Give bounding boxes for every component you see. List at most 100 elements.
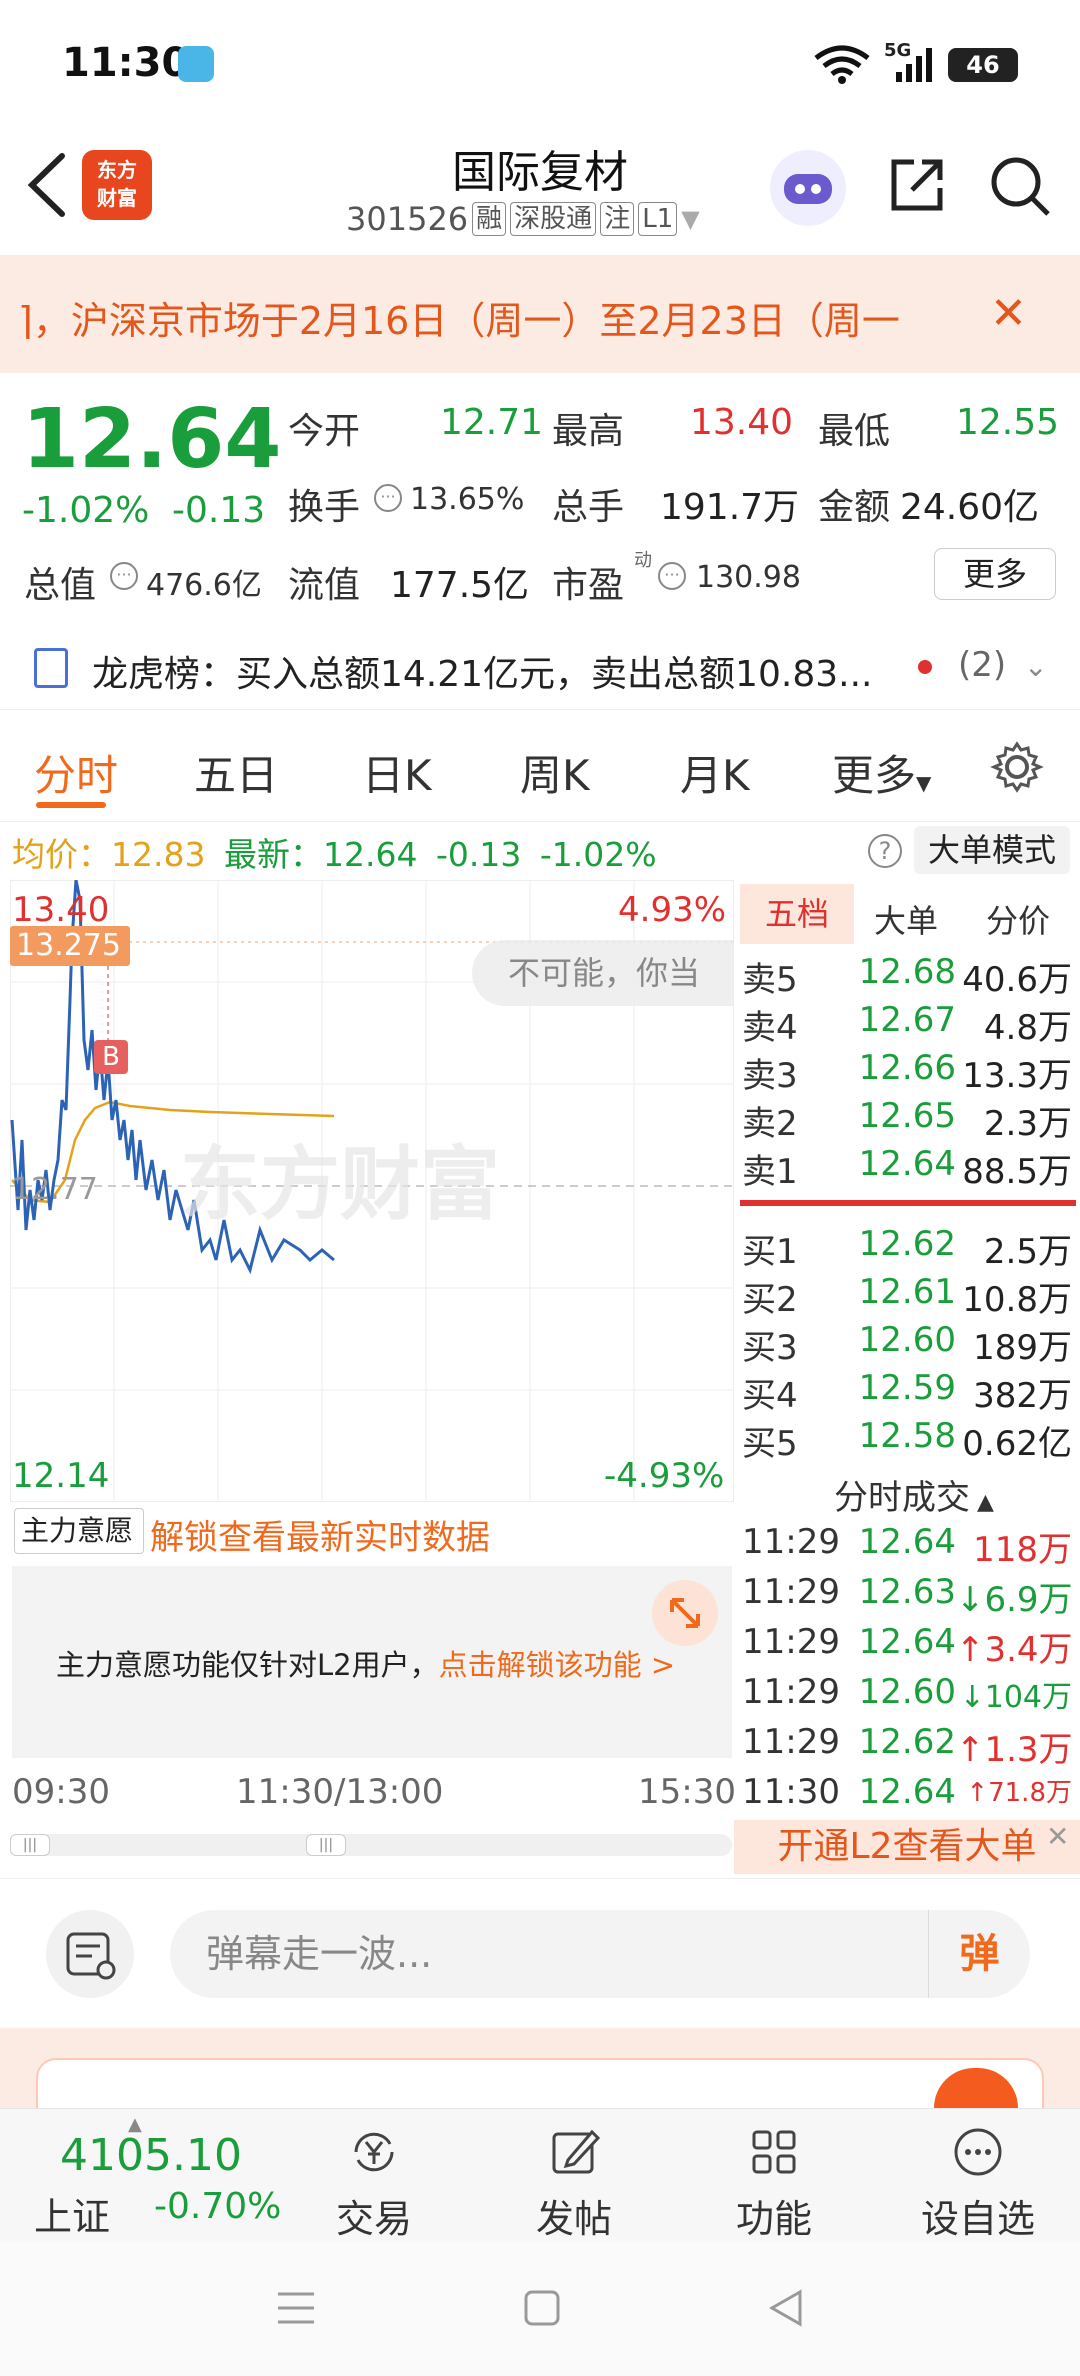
ask-label: 卖4: [742, 1008, 798, 1048]
prev-close-label: 12.77: [12, 1172, 98, 1207]
trade-button[interactable]: 交易: [314, 2124, 434, 2243]
unlock-feature-link[interactable]: 点击解锁该功能 >: [439, 1648, 676, 1682]
danmu-input[interactable]: 弹幕走一波...: [170, 1910, 1030, 1998]
tag-margin: 融: [472, 202, 507, 236]
close-icon[interactable]: ✕: [1046, 1820, 1069, 1853]
tick-time: 11:30: [742, 1772, 840, 1812]
dragon-tiger-count: (2): [958, 645, 1007, 685]
ask-label: 卖3: [742, 1056, 798, 1096]
bid-price: 12.61: [858, 1272, 956, 1312]
cursor-price-badge: 13.275: [10, 926, 130, 966]
more-quote-button[interactable]: 更多: [934, 548, 1056, 600]
low-value: 12.55: [956, 402, 1060, 443]
tab-weekly-k[interactable]: 周K: [520, 742, 590, 803]
gear-icon[interactable]: [990, 740, 1044, 794]
ticks-title[interactable]: 分时成交 ▲: [834, 1470, 994, 1519]
main-intent-select[interactable]: 主力意愿 ▼: [14, 1508, 144, 1593]
float-cap-label: 流值: [288, 565, 361, 606]
document-icon: [34, 648, 68, 688]
post-button[interactable]: 发帖: [514, 2124, 634, 2243]
menu-icon[interactable]: [276, 2288, 316, 2328]
info-icon[interactable]: ···: [374, 484, 402, 512]
bid-volume: 2.5万: [983, 1232, 1072, 1272]
price-info-row: 均价：12.83 最新：12.64 -0.13 -1.02%: [12, 828, 657, 876]
chart-high-pct: 4.93%: [618, 890, 727, 930]
tick-price: 12.64: [858, 1622, 956, 1662]
back-nav-icon[interactable]: [766, 2288, 806, 2328]
tick-price: 12.62: [858, 1722, 956, 1762]
market-cap-label: 总值: [24, 565, 97, 606]
assistant-avatar[interactable]: [770, 150, 846, 226]
edit-icon: [552, 2129, 601, 2174]
tick-row: 11:30 12.64 ↑71.8万: [742, 1772, 1072, 1822]
info-icon[interactable]: ···: [110, 562, 138, 590]
functions-button[interactable]: 功能: [714, 2124, 834, 2243]
bid-row: 买2 12.61 10.8万: [742, 1272, 1072, 1320]
tab-price-distribution[interactable]: 分价: [986, 896, 1050, 942]
active-tab-indicator: [36, 802, 106, 808]
home-icon[interactable]: [522, 2288, 562, 2328]
tick-volume: ↑1.3万: [956, 1730, 1073, 1770]
buy-marker[interactable]: B: [94, 1040, 128, 1074]
functions-label: 功能: [735, 2197, 812, 2241]
info-icon[interactable]: ···: [658, 562, 686, 590]
share-icon[interactable]: [884, 152, 950, 218]
bid-volume: 10.8万: [962, 1280, 1072, 1320]
tick-price: 12.60: [858, 1672, 956, 1712]
close-icon[interactable]: ✕: [990, 288, 1027, 339]
scroll-handle-right[interactable]: |||: [306, 1834, 346, 1856]
bid-label: 买2: [742, 1280, 798, 1320]
tab-five-day[interactable]: 五日: [194, 742, 278, 803]
tick-row: 11:29 12.60 ↓104万: [742, 1672, 1072, 1722]
tick-volume: ↓104万: [959, 1680, 1072, 1715]
ask-label: 卖1: [742, 1152, 798, 1192]
bid-price: 12.59: [858, 1368, 956, 1408]
ticks-title-label: 分时成交: [834, 1478, 970, 1518]
help-icon[interactable]: ?: [868, 834, 902, 868]
chart-scrollbar[interactable]: ||| |||: [10, 1834, 732, 1856]
unlock-realtime-link[interactable]: 解锁查看最新实时数据: [150, 1510, 490, 1559]
tick-row: 11:29 12.62 ↑1.3万: [742, 1722, 1073, 1772]
tick-volume: ↑3.4万: [956, 1630, 1073, 1670]
index-value[interactable]: 4105.10: [60, 2130, 242, 2181]
bid-volume: 382万: [973, 1376, 1072, 1416]
latest-change: -0.13: [435, 835, 522, 874]
tab-five-levels[interactable]: 五档: [740, 884, 854, 944]
tab-more[interactable]: 更多▼: [832, 742, 931, 803]
pe-label: 市盈: [552, 565, 625, 606]
tab-intraday[interactable]: 分时: [34, 742, 118, 803]
stock-code-row[interactable]: 301526 融 深股通 注 L1 ▼: [346, 200, 700, 238]
time-axis-start: 09:30: [12, 1772, 110, 1812]
danmu-toggle-button[interactable]: 弹: [928, 1910, 1030, 1998]
comment-settings-icon[interactable]: [46, 1910, 134, 1998]
open-l2-banner[interactable]: 开通L2查看大单: [734, 1820, 1080, 1874]
ask-row: 卖2 12.65 2.3万: [742, 1096, 1072, 1144]
time-axis-mid: 11:30/13:00: [236, 1772, 444, 1812]
chevron-down-icon[interactable]: ⌄: [1024, 650, 1047, 683]
tab-monthly-k[interactable]: 月K: [680, 742, 750, 803]
latest-pct: -1.02%: [539, 835, 657, 874]
chart-high-price: 13.40: [12, 890, 110, 930]
ask-row: 卖4 12.67 4.8万: [742, 1000, 1072, 1048]
add-watchlist-button[interactable]: 设自选: [918, 2124, 1038, 2243]
search-icon[interactable]: [986, 152, 1052, 218]
tick-price: 12.64: [858, 1522, 956, 1562]
tick-row: 11:29 12.63 ↓6.9万: [742, 1572, 1073, 1622]
tab-daily-k[interactable]: 日K: [362, 742, 432, 803]
ask-price: 12.65: [858, 1096, 956, 1136]
tick-time: 11:29: [742, 1522, 840, 1562]
volume-label: 总手: [552, 487, 625, 528]
ask-row: 卖1 12.64 88.5万: [742, 1144, 1072, 1192]
bid-label: 买4: [742, 1376, 798, 1416]
watermark: 东方财富: [180, 1138, 500, 1231]
scroll-handle-left[interactable]: |||: [10, 1834, 50, 1856]
chevron-down-icon: ▼: [681, 205, 700, 233]
expand-icon[interactable]: [652, 1580, 718, 1646]
signal-icon: [896, 48, 932, 82]
grid-icon: [752, 2130, 796, 2174]
tab-big-orders[interactable]: 大单: [874, 896, 938, 942]
big-order-mode-button[interactable]: 大单模式: [914, 826, 1070, 874]
caret-up-icon: ▲: [970, 1490, 994, 1515]
current-price: 12.64: [22, 392, 282, 487]
tick-time: 11:29: [742, 1722, 840, 1762]
